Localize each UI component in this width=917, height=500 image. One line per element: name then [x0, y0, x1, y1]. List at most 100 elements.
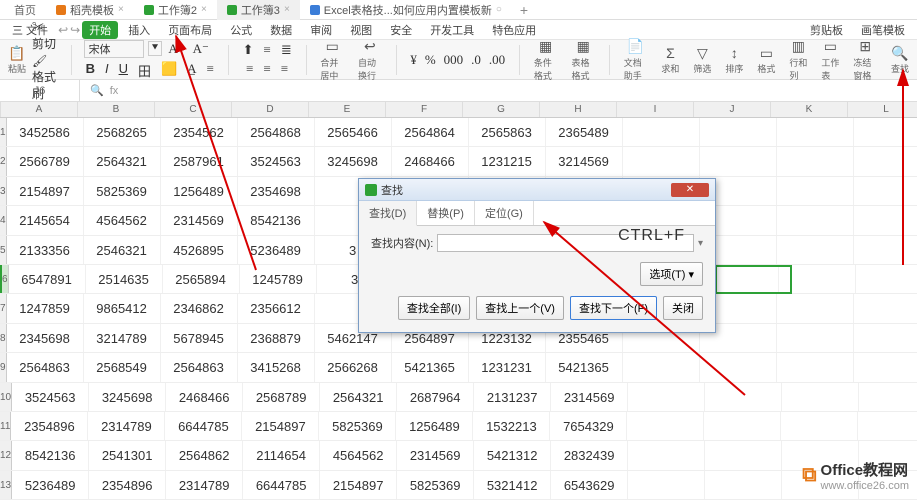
cell[interactable]	[700, 118, 777, 146]
tab-item-2[interactable]: 工作簿3 ×	[217, 0, 300, 20]
cell[interactable]	[859, 383, 917, 411]
cell[interactable]: 1256489	[396, 412, 473, 440]
find-next-button[interactable]: 查找下一个(F)	[570, 296, 657, 320]
cell[interactable]: 5421312	[474, 441, 551, 469]
cell[interactable]	[854, 177, 917, 205]
cell[interactable]: 2568265	[84, 118, 161, 146]
column-header[interactable]: I	[617, 102, 694, 117]
doc-helper-button[interactable]: 📄文档助手	[622, 36, 650, 84]
align-c-button[interactable]: ≡	[261, 61, 272, 77]
column-header[interactable]: C	[155, 102, 232, 117]
cell[interactable]: 2356612	[238, 294, 315, 322]
cell[interactable]: 6543629	[551, 471, 628, 499]
cell[interactable]: 3214569	[546, 147, 623, 175]
replace-tab[interactable]: 替换(P)	[417, 201, 475, 225]
cell[interactable]: 7654329	[550, 412, 627, 440]
cond-format-button[interactable]: ▦条件格式	[532, 36, 560, 84]
cell[interactable]: 2354896	[89, 471, 166, 499]
goto-tab[interactable]: 定位(G)	[475, 201, 534, 225]
cell[interactable]: 2314569	[161, 206, 238, 234]
cell[interactable]: 2564864	[392, 118, 469, 146]
cell[interactable]: 2368879	[238, 324, 315, 352]
close-icon[interactable]: ×	[118, 4, 124, 15]
cell[interactable]: 4564562	[320, 441, 397, 469]
cell[interactable]: 3214789	[84, 324, 161, 352]
cell[interactable]: 1532213	[473, 412, 550, 440]
cell[interactable]: 2354698	[238, 177, 315, 205]
close-icon[interactable]: ×	[284, 4, 290, 15]
cell[interactable]	[628, 383, 705, 411]
cell[interactable]	[705, 441, 782, 469]
font-select[interactable]: 宋体	[84, 40, 144, 58]
formula-menu[interactable]: 公式	[222, 20, 260, 40]
column-header[interactable]: H	[540, 102, 617, 117]
start-menu[interactable]: 开始	[82, 21, 118, 39]
cell[interactable]: 2568549	[84, 353, 161, 381]
cell[interactable]: 5825369	[84, 177, 161, 205]
cell[interactable]: 2546321	[84, 236, 161, 264]
cell[interactable]: 2314569	[397, 441, 474, 469]
cell[interactable]	[856, 265, 917, 293]
row-header[interactable]: 11	[0, 412, 11, 440]
cell[interactable]: 4526895	[161, 236, 238, 264]
cell[interactable]	[628, 441, 705, 469]
insert-menu[interactable]: 插入	[120, 20, 158, 40]
cell[interactable]	[700, 147, 777, 175]
cell[interactable]	[782, 383, 859, 411]
cell[interactable]: 2564321	[320, 383, 397, 411]
cell[interactable]: 2365489	[546, 118, 623, 146]
tab-item-3[interactable]: Excel表格技...如何应用内置模板新 ○	[300, 0, 512, 20]
cell[interactable]	[854, 147, 917, 175]
cell[interactable]: 5236489	[12, 471, 89, 499]
find-prev-button[interactable]: 查找上一个(V)	[476, 296, 564, 320]
close-dialog-button[interactable]: 关闭	[663, 296, 703, 320]
dev-menu[interactable]: 开发工具	[422, 20, 482, 40]
dialog-close-button[interactable]: ✕	[671, 183, 709, 197]
cell[interactable]: 2468466	[392, 147, 469, 175]
cell[interactable]: 5421365	[546, 353, 623, 381]
cell[interactable]	[777, 118, 854, 146]
wrap-button[interactable]: ≡	[205, 61, 216, 80]
cell[interactable]	[854, 324, 917, 352]
cell[interactable]: 2346862	[161, 294, 238, 322]
cell[interactable]: 2541301	[89, 441, 166, 469]
fill-color-button[interactable]: 🟨	[159, 61, 179, 80]
cell[interactable]: 2314789	[166, 471, 243, 499]
cell[interactable]: 5321412	[474, 471, 551, 499]
cell[interactable]	[777, 353, 854, 381]
cell[interactable]: 2131237	[474, 383, 551, 411]
row-header[interactable]: 13	[0, 471, 12, 499]
format-button[interactable]: ▭格式	[755, 42, 777, 77]
cell[interactable]	[700, 353, 777, 381]
cell[interactable]	[627, 412, 704, 440]
row-header[interactable]: 10	[0, 383, 12, 411]
cell[interactable]	[777, 206, 854, 234]
cell[interactable]: 2566789	[7, 147, 84, 175]
cell[interactable]: 5421365	[392, 353, 469, 381]
paste-button[interactable]: 📋粘贴	[6, 42, 28, 77]
cell[interactable]: 3452586	[7, 118, 84, 146]
align-r-button[interactable]: ≡	[279, 61, 290, 77]
align-mid-button[interactable]: ≡	[261, 42, 272, 58]
cell[interactable]: 6644785	[243, 471, 320, 499]
cell[interactable]	[704, 412, 781, 440]
cell[interactable]: 2154897	[7, 177, 84, 205]
cell[interactable]	[705, 471, 782, 499]
cell[interactable]	[777, 147, 854, 175]
align-left-button[interactable]: ≣	[279, 42, 294, 58]
freeze-button[interactable]: ⊞冻结窗格	[851, 36, 879, 84]
cell[interactable]: 2568789	[243, 383, 320, 411]
cell[interactable]: 1247859	[7, 294, 84, 322]
cell[interactable]	[777, 294, 854, 322]
dropdown-icon[interactable]: ▾	[698, 238, 703, 249]
tab-item-0[interactable]: 稻壳模板 ×	[46, 0, 134, 20]
cell[interactable]	[623, 118, 700, 146]
row-header[interactable]: 12	[0, 441, 12, 469]
layout-menu[interactable]: 页面布局	[160, 20, 220, 40]
cell[interactable]: 5236489	[238, 236, 315, 264]
font-color-button[interactable]: A̲	[185, 61, 198, 80]
cell[interactable]: 3245698	[315, 147, 392, 175]
sort-button[interactable]: ↕排序	[723, 42, 745, 77]
cell[interactable]: 2565466	[315, 118, 392, 146]
security-menu[interactable]: 安全	[382, 20, 420, 40]
